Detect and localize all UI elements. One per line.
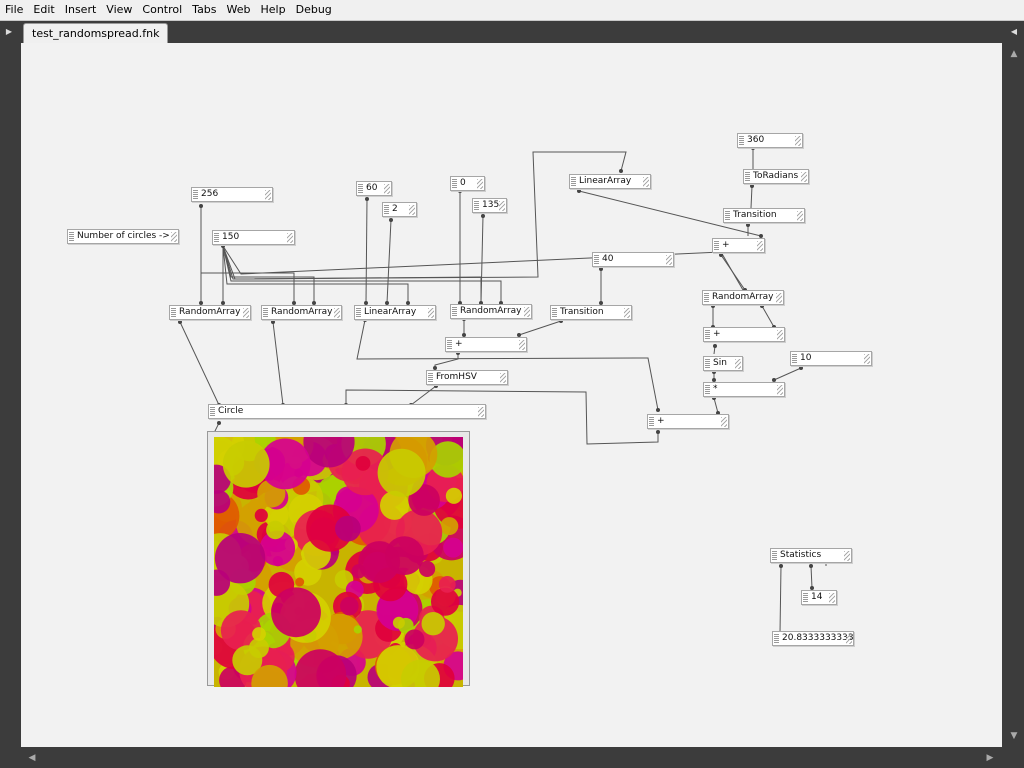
preview-circle [271, 587, 321, 638]
node-to-radians[interactable]: ToRadians [743, 169, 809, 184]
circle-preview-output[interactable] [207, 431, 470, 687]
wire-random4-plus-r-b [761, 305, 775, 328]
scroll-left-icon[interactable]: ◀ [25, 751, 39, 765]
wire-150-random3b [222, 245, 482, 303]
wire-linear2-plus-low [356, 319, 659, 411]
menu-debug[interactable]: Debug [291, 0, 337, 20]
preview-circle [355, 456, 371, 471]
preview-circle [340, 596, 359, 616]
node-number-2[interactable]: 2 [382, 202, 417, 217]
wire-150-random2 [222, 245, 315, 303]
menu-control[interactable]: Control [137, 0, 187, 20]
node-number-150[interactable]: 150 [212, 230, 295, 245]
wire-2-linear2 [386, 219, 392, 304]
menu-web[interactable]: Web [222, 0, 256, 20]
wire-random1-circle [179, 321, 220, 406]
wire-60-linear2 [365, 198, 368, 304]
node-random-array-2[interactable]: RandomArray [261, 305, 342, 320]
node-linear-array-2[interactable]: LinearArray [354, 305, 436, 320]
menu-bar: File Edit Insert View Control Tabs Web H… [0, 0, 1024, 21]
preview-circle [438, 576, 456, 593]
node-number-of-circles-label[interactable]: Number of circles -> [67, 229, 179, 244]
wire-plus-top-random4 [720, 254, 746, 291]
vertical-scrollbar[interactable]: ▲ ▼ [1003, 43, 1024, 747]
menu-insert[interactable]: Insert [60, 0, 102, 20]
patch-canvas[interactable]: Number of circles -> 256 150 60 2 0 135 … [21, 43, 1002, 747]
node-circle[interactable]: Circle [208, 404, 486, 419]
menu-view[interactable]: View [101, 0, 137, 20]
tab-label: test_randomspread.fnk [32, 27, 160, 40]
node-number-135[interactable]: 135 [472, 198, 507, 213]
node-sin[interactable]: Sin [703, 356, 743, 371]
wire-10-mul [773, 367, 802, 381]
tab-scroll-right-icon[interactable]: ◀ [1008, 25, 1020, 39]
preview-circle [266, 520, 285, 540]
horizontal-scrollbar[interactable]: ◀ ▶ [21, 747, 1002, 768]
wire-layer [178, 146, 827, 635]
wire-150-linear-top [222, 151, 627, 280]
preview-circle [440, 517, 459, 536]
wire-150-linear2 [222, 245, 409, 303]
wire-plus-mid-fromhsv [434, 353, 459, 368]
scroll-right-icon[interactable]: ▶ [983, 751, 997, 765]
wire-135-random3 [480, 215, 484, 304]
preview-circle [392, 616, 405, 629]
preview-circle [353, 625, 362, 634]
wire-trans-mid-plus-mid [518, 320, 562, 336]
preview-circle [377, 448, 426, 497]
menu-help[interactable]: Help [256, 0, 291, 20]
node-random-array-3[interactable]: RandomArray [450, 304, 532, 319]
node-number-10[interactable]: 10 [790, 351, 872, 366]
preview-circle [295, 577, 305, 587]
wire-toradians-trans-top [750, 185, 753, 209]
tab-strip: ▶ test_randomspread.fnk ◀ [0, 21, 1024, 44]
wire-mul-plus-low [713, 397, 719, 414]
preview-circle [443, 537, 463, 558]
tab-test-randomspread[interactable]: test_randomspread.fnk [23, 23, 169, 44]
node-transition-top[interactable]: Transition [723, 208, 805, 223]
wire-256-random2 [200, 206, 295, 303]
menu-file[interactable]: File [0, 0, 28, 20]
wire-150-random3 [222, 245, 502, 303]
random-circles-image [214, 437, 463, 687]
node-number-256[interactable]: 256 [191, 187, 273, 202]
wire-stats-14 [810, 565, 813, 589]
preview-circle [404, 629, 425, 650]
tab-scroll-left-icon[interactable]: ▶ [3, 25, 15, 39]
preview-circle [254, 508, 268, 522]
wire-stats-value [779, 565, 782, 634]
node-random-array-1[interactable]: RandomArray [169, 305, 251, 320]
node-linear-array-top[interactable]: LinearArray [569, 174, 651, 189]
preview-circle [214, 533, 266, 584]
preview-circle [222, 440, 270, 488]
scroll-down-icon[interactable]: ▼ [1007, 729, 1021, 743]
node-number-360[interactable]: 360 [737, 133, 803, 148]
node-plus-right[interactable]: + [703, 327, 785, 342]
node-transition-mid[interactable]: Transition [550, 305, 632, 320]
menu-tabs[interactable]: Tabs [187, 0, 221, 20]
wire-random2-circle [272, 321, 284, 406]
node-statistics-value[interactable]: 20.8333333333 [772, 631, 854, 646]
preview-circle [252, 627, 266, 641]
node-number-0[interactable]: 0 [450, 176, 485, 191]
menu-edit[interactable]: Edit [28, 0, 59, 20]
node-number-40[interactable]: 40 [592, 252, 674, 267]
preview-circle [248, 638, 269, 658]
node-random-array-4[interactable]: RandomArray [702, 290, 784, 305]
preview-circle [335, 515, 361, 542]
scroll-up-icon[interactable]: ▲ [1007, 47, 1021, 61]
node-plus-low[interactable]: + [647, 414, 729, 429]
node-statistics[interactable]: Statistics [770, 548, 852, 563]
node-number-60[interactable]: 60 [356, 181, 392, 196]
node-number-14[interactable]: 14 [801, 590, 837, 605]
preview-circle [358, 541, 401, 583]
node-plus-mid[interactable]: + [445, 337, 527, 352]
wire-fromhsv-circle [410, 385, 437, 406]
preview-circle [421, 612, 445, 636]
node-multiply[interactable]: * [703, 382, 785, 397]
node-plus-top[interactable]: + [712, 238, 765, 253]
node-from-hsv[interactable]: FromHSV [426, 370, 508, 385]
preview-circle [445, 487, 462, 504]
